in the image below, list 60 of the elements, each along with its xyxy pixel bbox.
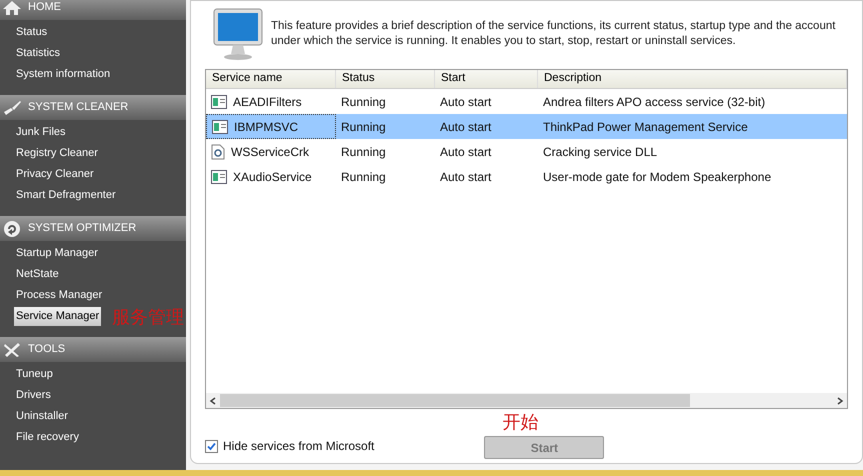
table-cell-text: Auto start bbox=[440, 94, 492, 110]
sidebar-item[interactable]: Process Manager bbox=[14, 286, 104, 305]
sidebar-item[interactable]: Statistics bbox=[14, 44, 62, 63]
section-title: SYSTEM OPTIMIZER bbox=[28, 221, 136, 236]
sidebar-item[interactable]: Smart Defragmenter bbox=[14, 186, 118, 205]
window-icon bbox=[211, 170, 227, 184]
sidebar-item[interactable]: Registry Cleaner bbox=[14, 144, 100, 163]
table-cell-text: XAudioService bbox=[233, 168, 312, 186]
column-header[interactable]: Description bbox=[538, 70, 847, 88]
table-cell-text: Auto start bbox=[440, 118, 492, 136]
refresh-icon bbox=[2, 220, 22, 238]
tools-icon bbox=[2, 342, 22, 358]
file-gear-icon bbox=[211, 144, 225, 160]
sidebar-item[interactable]: Startup Manager bbox=[14, 244, 100, 263]
table-cell-text: Running bbox=[341, 94, 386, 110]
table-row[interactable]: WSServiceCrk Running Auto start Cracking service DLL bbox=[206, 139, 847, 164]
horizontal-scrollbar[interactable] bbox=[206, 393, 847, 408]
column-header[interactable]: Service name bbox=[206, 70, 336, 88]
sidebar-item[interactable]: Junk Files bbox=[14, 123, 68, 142]
column-header[interactable]: Start bbox=[435, 70, 538, 88]
table-cell-text: Auto start bbox=[440, 168, 492, 186]
table-cell-text: Cracking service DLL bbox=[543, 144, 658, 160]
section-title: HOME bbox=[28, 0, 61, 16]
section-title: SYSTEM CLEANER bbox=[28, 100, 128, 116]
monitor-icon bbox=[213, 7, 263, 61]
checkbox[interactable] bbox=[205, 440, 218, 452]
sidebar-item[interactable]: Privacy Cleaner bbox=[14, 165, 96, 184]
brush-icon bbox=[2, 100, 22, 116]
table-row[interactable]: AEADIFilters Running Auto start Andrea filters APO access service (32-bit) bbox=[206, 89, 847, 114]
table-cell-text: Running bbox=[341, 144, 386, 160]
window-icon bbox=[212, 120, 228, 134]
sidebar-item[interactable]: Service Manager bbox=[14, 307, 102, 326]
table-cell-text: AEADIFilters bbox=[233, 94, 302, 110]
table-cell-text: Andrea filters APO access service (32-bit) bbox=[543, 94, 766, 110]
sidebar-item[interactable]: Status bbox=[14, 23, 50, 42]
window-icon bbox=[211, 94, 227, 108]
section-title: TOOLS bbox=[28, 342, 66, 358]
sidebar-item[interactable]: File recovery bbox=[14, 428, 81, 447]
sidebar-item[interactable]: Uninstaller bbox=[14, 407, 70, 426]
scrollbar-thumb[interactable] bbox=[220, 394, 690, 407]
annotation: 服务管理 bbox=[112, 306, 184, 330]
table-cell-text: IBMPMSVC bbox=[234, 118, 298, 136]
table-cell-text: Running bbox=[341, 168, 386, 186]
sidebar-item[interactable]: NetState bbox=[14, 265, 61, 284]
table-row[interactable]: IBMPMSVC Running Auto start ThinkPad Power Management Service bbox=[206, 114, 847, 139]
checkmark-icon bbox=[207, 442, 216, 450]
table-cell-text: ThinkPad Power Management Service bbox=[543, 118, 748, 136]
checkbox-label: Hide services from Microsoft bbox=[223, 438, 374, 455]
home-icon bbox=[2, 0, 22, 16]
sidebar-item[interactable]: Tuneup bbox=[14, 365, 55, 384]
description-text: This feature provides a brief description of the service functions, its current status, startup type and the account under which the service is running. It enables you to start, stop, restart or uninstall services. bbox=[271, 19, 836, 49]
table-cell-text: User-mode gate for Modem Speakerphone bbox=[543, 168, 772, 186]
sidebar-item[interactable]: Drivers bbox=[14, 386, 53, 405]
table-row[interactable]: XAudioService Running Auto start User-mode gate for Modem Speakerphone bbox=[206, 164, 847, 189]
table-cell-text: Running bbox=[341, 118, 386, 136]
table-cell-text: WSServiceCrk bbox=[231, 144, 310, 160]
table-cell-text: Auto start bbox=[440, 144, 492, 160]
annotation: 开始 bbox=[502, 413, 538, 433]
column-header[interactable]: Status bbox=[336, 70, 435, 88]
sidebar-item[interactable]: System information bbox=[14, 65, 112, 84]
